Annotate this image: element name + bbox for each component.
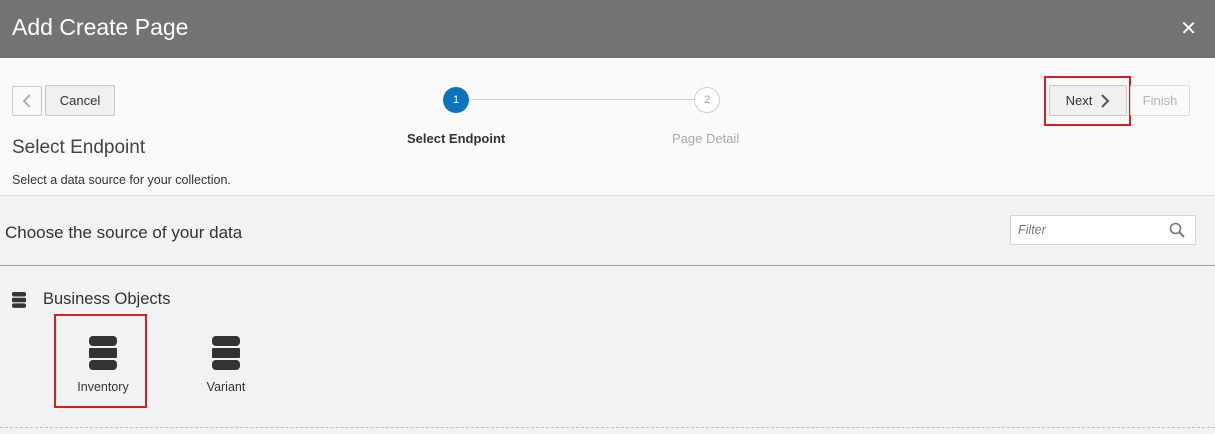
database-icon [89,336,117,370]
filter-field[interactable] [1010,215,1196,245]
source-prompt: Choose the source of your data [5,223,243,242]
page-heading: Select Endpoint [12,137,146,158]
back-button[interactable] [12,86,42,116]
cancel-button[interactable]: Cancel [45,85,115,116]
next-button-label: Next [1065,93,1093,108]
chevron-right-icon [1101,93,1110,108]
search-icon[interactable] [1169,222,1185,238]
wizard-header: Cancel 1 2 Select Endpoint Page Detail N… [0,58,1215,196]
train-step-1[interactable]: 1 [443,87,469,113]
finish-button[interactable]: Finish [1130,85,1190,116]
train-step-1-label: Select Endpoint [407,131,506,146]
business-object-label: Variant [206,380,246,394]
database-icon [12,292,26,308]
dialog-title: Add Create Page [12,14,189,40]
train-step-2-label: Page Detail [672,131,740,146]
business-object-tile-inventory[interactable]: Inventory [58,318,148,408]
business-object-label: Inventory [77,380,129,394]
train-connector [470,99,694,100]
next-button[interactable]: Next [1049,85,1127,116]
page-subtitle: Select a data source for your collection… [12,173,231,187]
dialog-titlebar: Add Create Page ✕ [0,0,1215,58]
chevron-left-icon [22,94,31,108]
business-objects-title: Business Objects [43,290,171,308]
business-object-tile-variant[interactable]: Variant [181,318,271,408]
section-end-divider [0,427,1215,428]
filter-input[interactable] [1011,216,1168,244]
close-icon[interactable]: ✕ [1180,16,1197,41]
section-divider [0,265,1215,266]
database-icon [212,336,240,370]
train-step-2[interactable]: 2 [694,87,720,113]
